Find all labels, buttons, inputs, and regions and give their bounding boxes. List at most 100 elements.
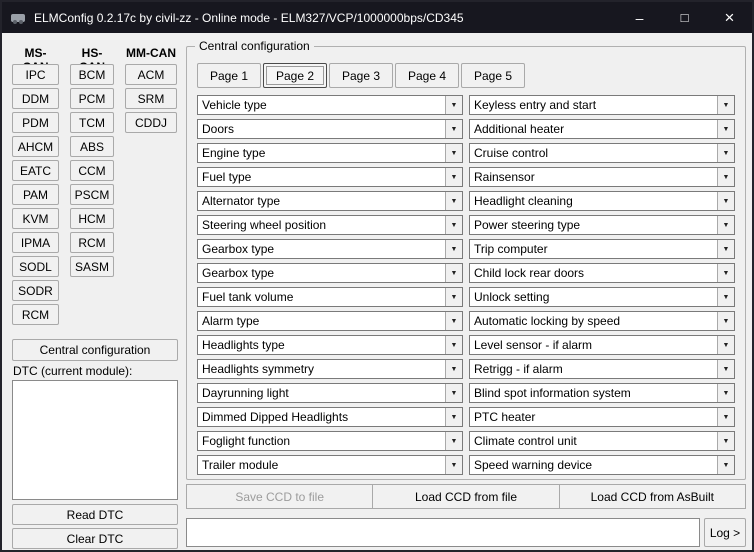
combo-doors[interactable]: Doors▼ <box>197 119 463 139</box>
module-button-srm[interactable]: SRM <box>125 88 177 109</box>
dropdown-arrow-icon[interactable]: ▼ <box>717 192 734 210</box>
module-button-pscm[interactable]: PSCM <box>70 184 114 205</box>
module-button-pcm[interactable]: PCM <box>70 88 114 109</box>
module-button-bcm[interactable]: BCM <box>70 64 114 85</box>
combo-dayrunning-light[interactable]: Dayrunning light▼ <box>197 383 463 403</box>
combo-engine-type[interactable]: Engine type▼ <box>197 143 463 163</box>
tab-page-1[interactable]: Page 1 <box>197 63 261 88</box>
combo-steering-wheel-position[interactable]: Steering wheel position▼ <box>197 215 463 235</box>
combo-vehicle-type[interactable]: Vehicle type▼ <box>197 95 463 115</box>
log-output[interactable] <box>186 518 700 547</box>
module-button-ccm[interactable]: CCM <box>70 160 114 181</box>
dropdown-arrow-icon[interactable]: ▼ <box>445 408 462 426</box>
dropdown-arrow-icon[interactable]: ▼ <box>717 96 734 114</box>
combo-gearbox-type-2[interactable]: Gearbox type▼ <box>197 263 463 283</box>
dropdown-arrow-icon[interactable]: ▼ <box>717 120 734 138</box>
combo-headlights-symmetry[interactable]: Headlights symmetry▼ <box>197 359 463 379</box>
combo-ptc-heater[interactable]: PTC heater▼ <box>469 407 735 427</box>
combo-fuel-tank-volume[interactable]: Fuel tank volume▼ <box>197 287 463 307</box>
dropdown-arrow-icon[interactable]: ▼ <box>717 432 734 450</box>
combo-power-steering-type[interactable]: Power steering type▼ <box>469 215 735 235</box>
tab-page-5[interactable]: Page 5 <box>461 63 525 88</box>
module-button-hcm[interactable]: HCM <box>70 208 114 229</box>
module-button-ahcm[interactable]: AHCM <box>12 136 59 157</box>
dropdown-arrow-icon[interactable]: ▼ <box>445 288 462 306</box>
dropdown-arrow-icon[interactable]: ▼ <box>717 240 734 258</box>
tab-page-3[interactable]: Page 3 <box>329 63 393 88</box>
combo-unlock-setting[interactable]: Unlock setting▼ <box>469 287 735 307</box>
module-button-rcm-hs[interactable]: RCM <box>70 232 114 253</box>
combo-level-sensor-if-alarm[interactable]: Level sensor - if alarm▼ <box>469 335 735 355</box>
dropdown-arrow-icon[interactable]: ▼ <box>445 312 462 330</box>
combo-speed-warning-device[interactable]: Speed warning device▼ <box>469 455 735 475</box>
dropdown-arrow-icon[interactable]: ▼ <box>445 360 462 378</box>
combo-additional-heater[interactable]: Additional heater▼ <box>469 119 735 139</box>
close-button[interactable]: × <box>707 2 752 33</box>
clear-dtc-button[interactable]: Clear DTC <box>12 528 178 549</box>
combo-dimmed-dipped-headlights[interactable]: Dimmed Dipped Headlights▼ <box>197 407 463 427</box>
dropdown-arrow-icon[interactable]: ▼ <box>717 288 734 306</box>
dropdown-arrow-icon[interactable]: ▼ <box>717 144 734 162</box>
dropdown-arrow-icon[interactable]: ▼ <box>717 216 734 234</box>
dropdown-arrow-icon[interactable]: ▼ <box>445 384 462 402</box>
combo-alternator-type[interactable]: Alternator type▼ <box>197 191 463 211</box>
combo-headlight-cleaning[interactable]: Headlight cleaning▼ <box>469 191 735 211</box>
dropdown-arrow-icon[interactable]: ▼ <box>445 432 462 450</box>
module-button-ddm[interactable]: DDM <box>12 88 59 109</box>
tab-page-2[interactable]: Page 2 <box>263 63 327 88</box>
dropdown-arrow-icon[interactable]: ▼ <box>717 360 734 378</box>
dropdown-arrow-icon[interactable]: ▼ <box>445 192 462 210</box>
dropdown-arrow-icon[interactable]: ▼ <box>717 384 734 402</box>
module-button-acm[interactable]: ACM <box>125 64 177 85</box>
read-dtc-button[interactable]: Read DTC <box>12 504 178 525</box>
combo-rainsensor[interactable]: Rainsensor▼ <box>469 167 735 187</box>
load-ccd-asbuilt-button[interactable]: Load CCD from AsBuilt <box>559 484 746 509</box>
module-button-cddj[interactable]: CDDJ <box>125 112 177 133</box>
log-toggle-button[interactable]: Log > <box>704 518 746 547</box>
dropdown-arrow-icon[interactable]: ▼ <box>717 312 734 330</box>
dropdown-arrow-icon[interactable]: ▼ <box>445 456 462 474</box>
minimize-button[interactable]: – <box>617 2 662 33</box>
combo-automatic-locking-by-speed[interactable]: Automatic locking by speed▼ <box>469 311 735 331</box>
dropdown-arrow-icon[interactable]: ▼ <box>445 96 462 114</box>
combo-alarm-type[interactable]: Alarm type▼ <box>197 311 463 331</box>
module-button-rcm-ms[interactable]: RCM <box>12 304 59 325</box>
combo-gearbox-type[interactable]: Gearbox type▼ <box>197 239 463 259</box>
maximize-button[interactable]: □ <box>662 2 707 33</box>
dropdown-arrow-icon[interactable]: ▼ <box>445 240 462 258</box>
dropdown-arrow-icon[interactable]: ▼ <box>717 168 734 186</box>
module-button-tcm[interactable]: TCM <box>70 112 114 133</box>
dropdown-arrow-icon[interactable]: ▼ <box>445 144 462 162</box>
module-button-abs[interactable]: ABS <box>70 136 114 157</box>
dropdown-arrow-icon[interactable]: ▼ <box>717 336 734 354</box>
combo-climate-control-unit[interactable]: Climate control unit▼ <box>469 431 735 451</box>
module-button-sodl[interactable]: SODL <box>12 256 59 277</box>
module-button-ipma[interactable]: IPMA <box>12 232 59 253</box>
dropdown-arrow-icon[interactable]: ▼ <box>445 216 462 234</box>
module-button-pam[interactable]: PAM <box>12 184 59 205</box>
combo-keyless-entry-and-start[interactable]: Keyless entry and start▼ <box>469 95 735 115</box>
combo-blind-spot-information-system[interactable]: Blind spot information system▼ <box>469 383 735 403</box>
load-ccd-file-button[interactable]: Load CCD from file <box>372 484 559 509</box>
combo-child-lock-rear-doors[interactable]: Child lock rear doors▼ <box>469 263 735 283</box>
dtc-textarea[interactable] <box>12 380 178 500</box>
dropdown-arrow-icon[interactable]: ▼ <box>717 264 734 282</box>
dropdown-arrow-icon[interactable]: ▼ <box>717 456 734 474</box>
central-configuration-button[interactable]: Central configuration <box>12 339 178 361</box>
combo-fuel-type[interactable]: Fuel type▼ <box>197 167 463 187</box>
dropdown-arrow-icon[interactable]: ▼ <box>445 264 462 282</box>
combo-trailer-module[interactable]: Trailer module▼ <box>197 455 463 475</box>
module-button-sasm[interactable]: SASM <box>70 256 114 277</box>
tab-page-4[interactable]: Page 4 <box>395 63 459 88</box>
module-button-ipc[interactable]: IPC <box>12 64 59 85</box>
combo-cruise-control[interactable]: Cruise control▼ <box>469 143 735 163</box>
module-button-kvm[interactable]: KVM <box>12 208 59 229</box>
module-button-pdm[interactable]: PDM <box>12 112 59 133</box>
dropdown-arrow-icon[interactable]: ▼ <box>445 336 462 354</box>
combo-retrigg-if-alarm[interactable]: Retrigg - if alarm▼ <box>469 359 735 379</box>
dropdown-arrow-icon[interactable]: ▼ <box>717 408 734 426</box>
module-button-eatc[interactable]: EATC <box>12 160 59 181</box>
combo-foglight-function[interactable]: Foglight function▼ <box>197 431 463 451</box>
dropdown-arrow-icon[interactable]: ▼ <box>445 168 462 186</box>
combo-headlights-type[interactable]: Headlights type▼ <box>197 335 463 355</box>
